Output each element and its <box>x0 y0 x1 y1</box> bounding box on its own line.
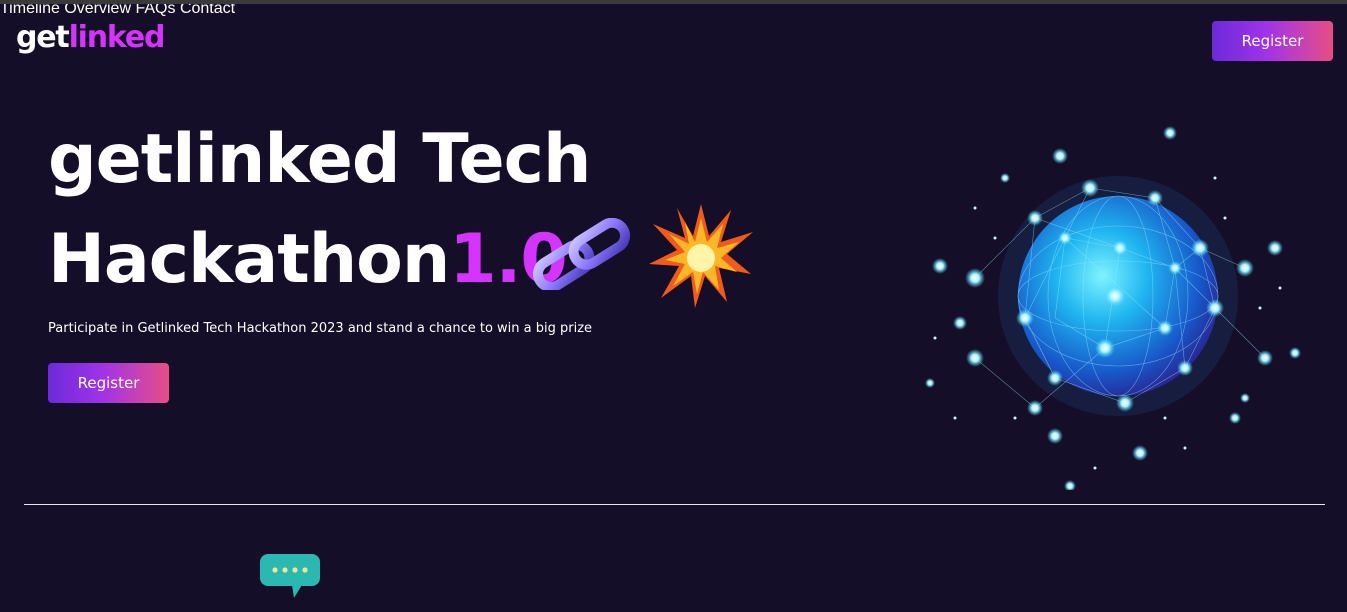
hero-title-line-2: Hackathon1.0 <box>48 226 568 294</box>
chat-bubble-icon <box>260 554 320 598</box>
logo-part-linked: linked <box>68 20 166 55</box>
hero-title-hackathon: Hackathon <box>48 220 450 299</box>
explosion-burst-icon <box>649 204 753 308</box>
chain-link-icon <box>533 218 631 290</box>
hero-subtitle: Participate in Getlinked Tech Hackathon … <box>48 321 593 336</box>
hero-register-button[interactable]: Register <box>48 363 169 403</box>
section-divider <box>24 504 1325 505</box>
logo[interactable]: getlinked <box>16 18 166 58</box>
window-top-border <box>0 0 1347 4</box>
hero-title-line-1: getlinked Tech <box>48 120 591 199</box>
logo-part-get: get <box>16 20 70 55</box>
nav-register-button[interactable]: Register <box>1212 21 1333 61</box>
globe-network-image <box>925 126 1301 490</box>
